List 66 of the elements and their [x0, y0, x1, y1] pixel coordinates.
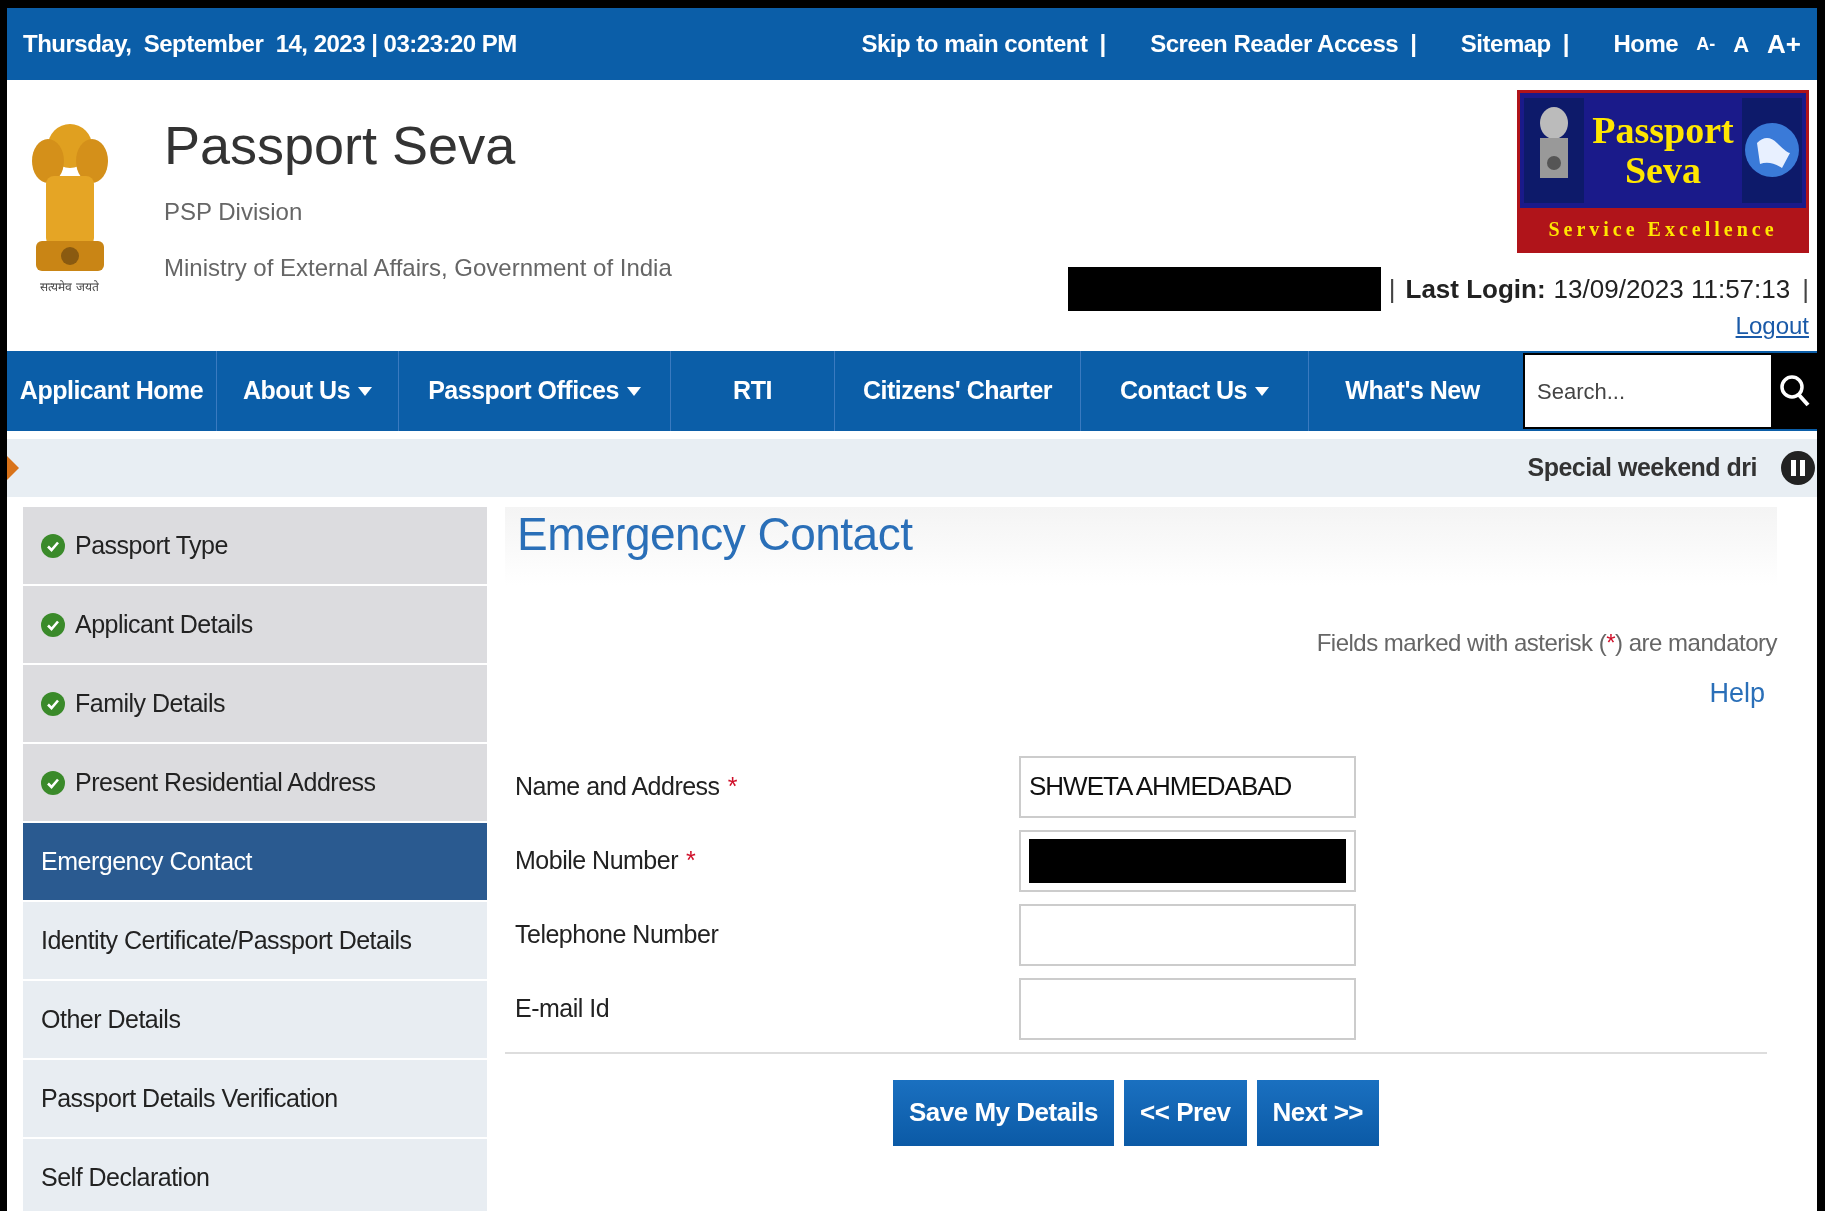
logo-text: Seva [1625, 150, 1701, 191]
separator: | [1099, 29, 1107, 59]
required-asterisk: * [686, 844, 696, 876]
field-label: Name and Address [515, 770, 720, 802]
section-title: Emergency Contact [517, 507, 913, 562]
font-size-button[interactable]: A [1733, 27, 1750, 61]
logo-tagline: Service Excellence [1520, 208, 1806, 250]
logout-link[interactable]: Logout [1735, 311, 1809, 341]
help-link[interactable]: Help [1709, 673, 1765, 714]
field-label: Mobile Number [515, 844, 678, 876]
input-field[interactable] [1019, 977, 1356, 1040]
check-circle-icon [41, 533, 65, 558]
search-button[interactable] [1773, 353, 1817, 429]
search-icon [1780, 375, 1810, 407]
top-link[interactable]: Skip to main content [861, 26, 1088, 62]
nav-item[interactable]: About Us [216, 351, 398, 431]
separator: | [1388, 272, 1396, 306]
sidebar-step[interactable]: Identity Certificate/Passport Details [23, 902, 487, 981]
sidebar-step[interactable]: Family Details [23, 665, 487, 744]
last-login-value: 13/09/2023 11:57:13 [1553, 272, 1791, 306]
field-label: E-mail Id [515, 992, 610, 1024]
emblem-caption: सत्यमेव जयते [40, 279, 99, 296]
field-label: Telephone Number [515, 918, 719, 950]
sidebar-step[interactable]: Present Residential Address [23, 744, 487, 823]
separator: | [1410, 29, 1417, 59]
sidebar-step[interactable]: Emergency Contact [23, 823, 487, 902]
sidebar-step[interactable]: Passport Type [23, 507, 487, 586]
last-login-label: Last Login: [1405, 272, 1546, 306]
mandatory-note: Fields marked with asterisk (*) are mandatory [1316, 628, 1777, 658]
required-asterisk: * [727, 770, 738, 802]
check-circle-icon [41, 770, 65, 795]
nav-item[interactable]: RTI [670, 351, 834, 431]
top-link[interactable]: Home [1613, 26, 1679, 62]
top-link[interactable]: Sitemap [1460, 26, 1551, 62]
font-size-button[interactable]: A- [1696, 30, 1716, 58]
input-field[interactable] [1019, 903, 1356, 966]
globe-icon [1742, 98, 1802, 203]
nav-item[interactable]: Citizens' Charter [834, 351, 1080, 431]
nav-item[interactable]: Contact Us [1080, 351, 1308, 431]
form-button[interactable]: Next >> [1256, 1079, 1379, 1146]
sidebar-step[interactable]: Self Declaration [23, 1139, 487, 1211]
input-field[interactable]: SHWETA AHMEDABAD [1019, 755, 1356, 818]
ticker-text: Special weekend dri [1527, 452, 1757, 484]
logo-text: Passport [1592, 110, 1734, 151]
check-circle-icon [41, 691, 65, 716]
sidebar-step[interactable]: Other Details [23, 981, 487, 1060]
search-field[interactable]: Search... [1523, 353, 1773, 429]
separator: | [1802, 272, 1809, 306]
top-link[interactable]: Screen Reader Access [1150, 26, 1399, 62]
form-button[interactable]: Save My Details [893, 1079, 1115, 1146]
nav-item[interactable]: What's New [1308, 351, 1516, 431]
separator: | [1562, 29, 1570, 59]
pause-icon[interactable] [1781, 451, 1815, 485]
font-size-button[interactable]: A+ [1767, 24, 1801, 64]
ministry-name: Ministry of External Affairs, Government of India [164, 253, 672, 283]
triangle-icon [7, 456, 19, 480]
emblem-icon [1524, 98, 1584, 203]
date-time: Thursday, September 14, 2023 | 03:23:20 PM [23, 29, 517, 59]
input-field[interactable] [1019, 829, 1356, 892]
sidebar-step[interactable]: Passport Details Verification [23, 1060, 487, 1139]
nav-item[interactable]: Passport Offices [398, 351, 670, 431]
check-circle-icon [41, 612, 65, 637]
sidebar-step[interactable]: Applicant Details [23, 586, 487, 665]
site-subtitle: PSP Division [164, 197, 304, 227]
nav-item[interactable]: Applicant Home [7, 351, 216, 431]
form-button[interactable]: << Prev [1124, 1079, 1247, 1146]
